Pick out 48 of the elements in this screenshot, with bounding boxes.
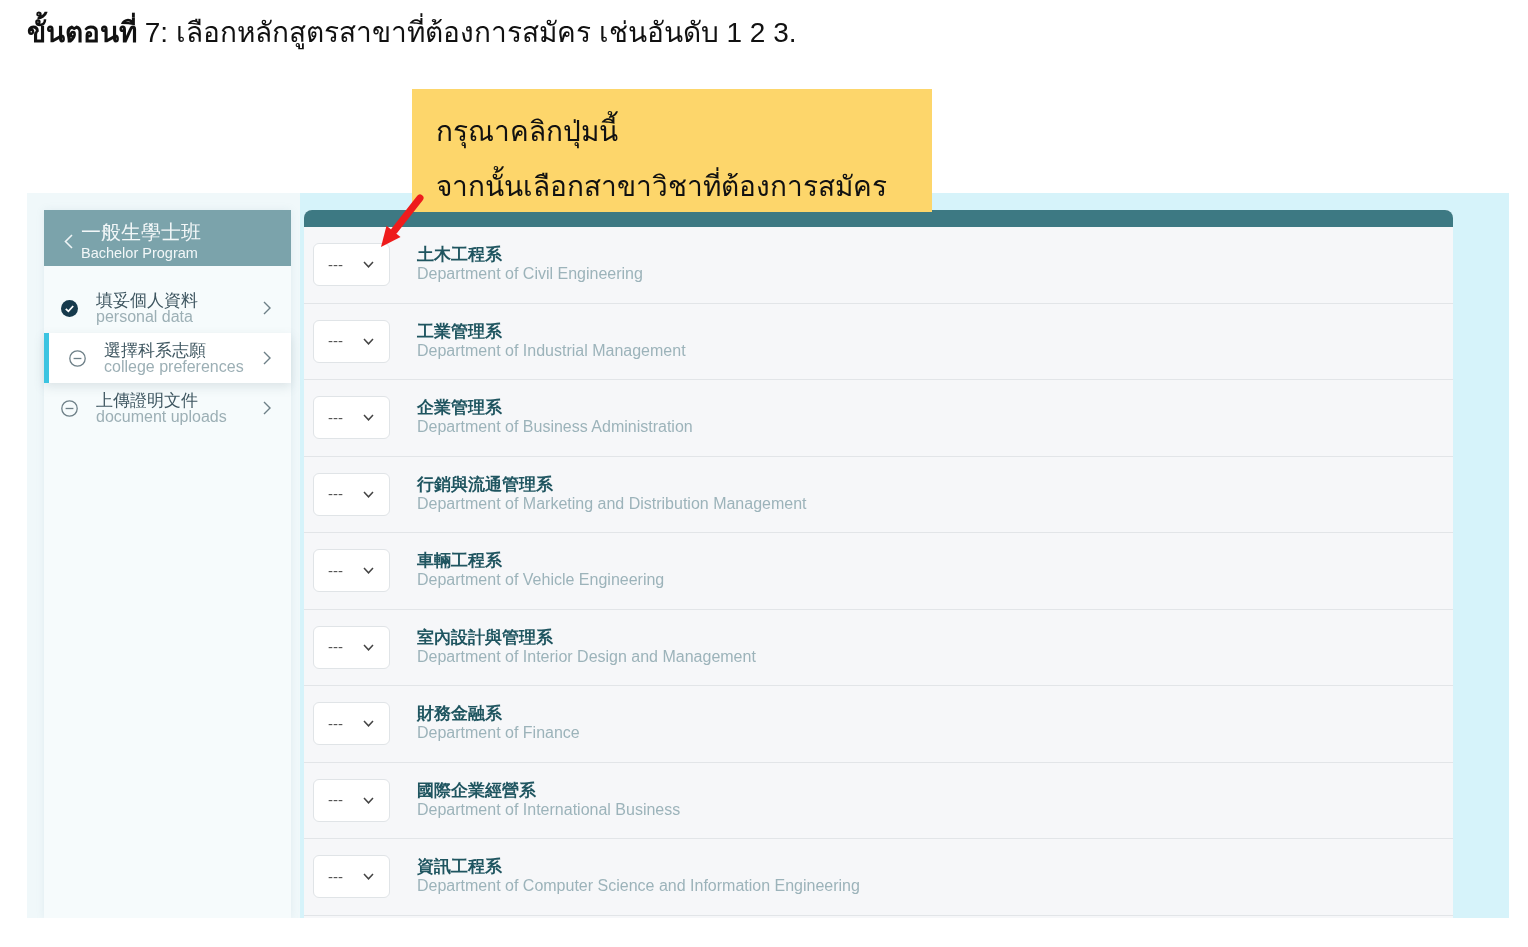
- department-name-english: Department of International Business: [417, 799, 681, 819]
- chevron-right-icon: [263, 351, 271, 365]
- rank-dropdown[interactable]: ---: [313, 855, 390, 899]
- department-name: 室內設計與管理系: [417, 628, 553, 647]
- chevron-down-icon: [363, 720, 374, 728]
- chevron-left-icon[interactable]: [64, 233, 73, 249]
- rank-dropdown[interactable]: ---: [313, 778, 390, 822]
- department-name: 車輛工程系: [417, 552, 502, 571]
- department-name: 國際企業經營系: [417, 781, 536, 800]
- chevron-down-icon: [363, 643, 374, 651]
- department-name-english: Department of Interior Design and Management: [417, 646, 756, 666]
- callout-text: จากนั้นเลือกสาขาวิชาที่ต้องการสมัคร: [436, 159, 887, 214]
- rank-dropdown[interactable]: ---: [313, 319, 390, 363]
- department-name: 土木工程系: [417, 246, 502, 265]
- department-name-english: Department of Computer Science and Information Engineering: [417, 876, 860, 896]
- department-name-english: Department of Business Administration: [417, 417, 693, 437]
- department-name-english: Department of Marketing and Distribution Management: [417, 493, 807, 513]
- instruction-text: ขั้นตอนที่ 7: เลือกหลักสูตรสาขาที่ต้องการสมัคร เช่นอันดับ 1 2 3.: [27, 11, 797, 55]
- rank-dropdown[interactable]: ---: [313, 702, 390, 746]
- rank-dropdown[interactable]: ---: [313, 396, 390, 440]
- department-name: 財務金融系: [417, 705, 502, 724]
- chevron-right-icon: [263, 301, 271, 315]
- department-name-english: Department of Civil Engineering: [417, 264, 643, 284]
- department-name: 行銷與流通管理系: [417, 475, 553, 494]
- department-name-english: Department of Industrial Management: [417, 340, 686, 360]
- chevron-down-icon: [363, 414, 374, 422]
- department-name: 企業管理系: [417, 399, 502, 418]
- callout-text: กรุณาคลิกปุ่มนี้: [436, 104, 618, 159]
- rank-dropdown[interactable]: ---: [313, 625, 390, 669]
- chevron-down-icon: [363, 490, 374, 498]
- rank-dropdown[interactable]: ---: [313, 243, 390, 287]
- sidebar-step[interactable]: 上傳證明文件 document uploads: [39, 383, 291, 433]
- chevron-right-icon: [263, 401, 271, 415]
- department-name: 工業管理系: [417, 322, 502, 341]
- sidebar-step[interactable]: 選擇科系志願 college preferences: [44, 333, 291, 383]
- program-title: 一般生學士班: [81, 220, 201, 244]
- chevron-down-icon: [363, 873, 374, 881]
- program-subtitle: Bachelor Program: [81, 244, 198, 262]
- department-name-english: Department of Finance: [417, 723, 580, 743]
- chevron-down-icon: [363, 261, 374, 269]
- department-name: 資訊工程系: [417, 858, 502, 877]
- chevron-down-icon: [363, 567, 374, 575]
- sidebar-step[interactable]: 填妥個人資料 personal data: [39, 283, 291, 333]
- department-name-english: Department of Vehicle Engineering: [417, 570, 665, 590]
- chevron-down-icon: [363, 796, 374, 804]
- chevron-down-icon: [363, 337, 374, 345]
- rank-dropdown[interactable]: ---: [313, 472, 390, 516]
- rank-dropdown[interactable]: ---: [313, 549, 390, 593]
